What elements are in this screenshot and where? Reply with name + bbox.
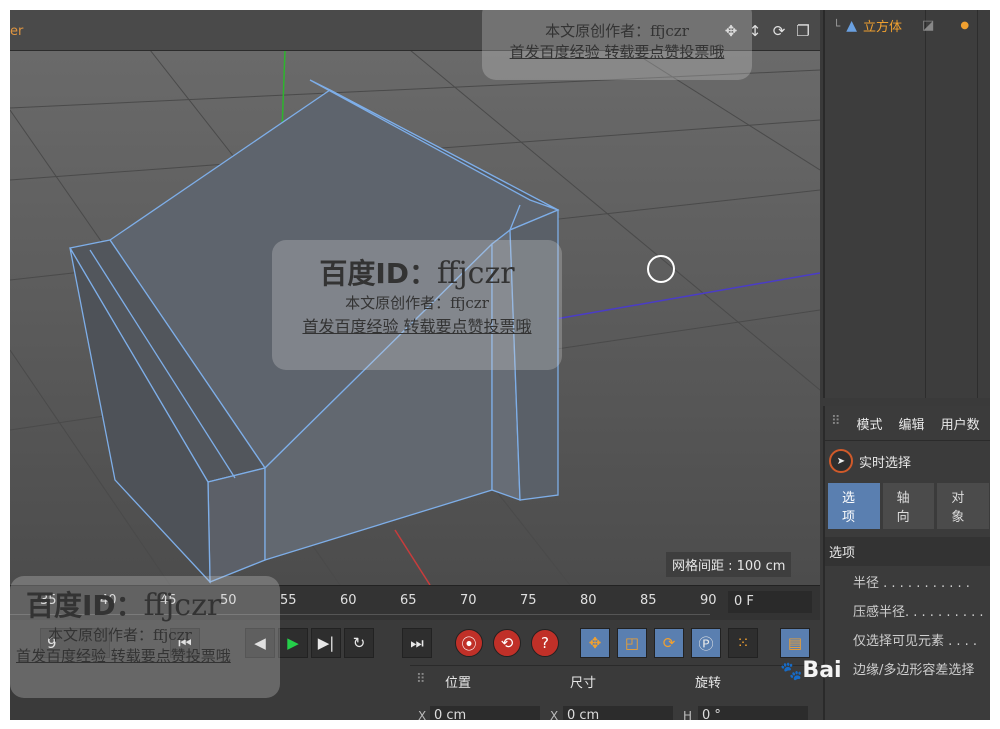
- active-tool: ➤ 实时选择: [825, 441, 990, 481]
- scale-icon[interactable]: ◰: [617, 628, 647, 658]
- grid-spacing-label: 网格间距 : 100 cm: [666, 552, 792, 577]
- watermark-center: 百度ID：ffjczr 本文原创作者：ffjczr 首发百度经验 转载要点赞投票…: [272, 240, 562, 370]
- parameter-icon[interactable]: Ⓟ: [691, 628, 721, 658]
- watermark-line1: 本文原创作者：ffjczr: [545, 22, 689, 40]
- cube-object-icon: ▲: [846, 17, 858, 34]
- phong-tag-icon[interactable]: ●: [960, 20, 969, 31]
- menu-edit[interactable]: 编辑: [899, 414, 925, 440]
- maximize-view-icon[interactable]: ❐: [794, 22, 812, 40]
- prop-only-visible[interactable]: 仅选择可见元素 . . . .: [825, 624, 990, 653]
- goto-end-icon[interactable]: ⏭: [402, 628, 432, 658]
- watermark-line2: 首发百度经验 转载要点赞投票哦: [302, 317, 532, 336]
- watermark-user: ffjczr: [437, 256, 515, 291]
- tick-label: 75: [520, 593, 537, 608]
- rotate-view-icon[interactable]: ⟳: [770, 22, 788, 40]
- label-h-rot: H: [683, 709, 693, 720]
- next-frame-icon[interactable]: ▶|: [311, 628, 341, 658]
- record-icon[interactable]: ⦿: [455, 629, 483, 657]
- prop-radius[interactable]: 半径 . . . . . . . . . . .: [825, 566, 990, 595]
- watermark-line1: 本文原创作者：ffjczr: [345, 294, 489, 312]
- render-tag-icon[interactable]: ◪: [922, 18, 934, 33]
- rotate-icon[interactable]: ⟳: [654, 628, 684, 658]
- h-rotation-field[interactable]: 0 °: [698, 706, 808, 720]
- watermark-line2: 首发百度经验 转载要点赞投票哦: [16, 647, 231, 665]
- c4d-window: er ✥ ↕ ⟳ ❐ 网格间距 : 100 cm └ ▲ 立方体 ◪ ● ⠿ 模…: [10, 10, 990, 720]
- move-icon[interactable]: ✥: [580, 628, 610, 658]
- tick-label: 90: [700, 593, 717, 608]
- prop-pressure-radius[interactable]: 压感半径. . . . . . . . . .: [825, 595, 990, 624]
- label-x-pos: X: [418, 709, 427, 720]
- watermark-brand: 百度ID：: [26, 589, 144, 622]
- tick-label: 65: [400, 593, 417, 608]
- autokey-icon[interactable]: ⟲: [493, 629, 521, 657]
- tree-branch-icon: └: [833, 18, 841, 33]
- header-position: 位置: [445, 676, 472, 691]
- tick-label: 70: [460, 593, 477, 608]
- help-icon[interactable]: ?: [531, 629, 559, 657]
- label-x-size: X: [550, 709, 559, 720]
- live-selection-icon: ➤: [829, 449, 853, 473]
- logo-text: Bai: [802, 658, 842, 683]
- film-icon[interactable]: ▤: [780, 628, 810, 658]
- tab-options[interactable]: 选项: [828, 483, 880, 529]
- watermark-bottom: 百度ID：ffjczr 本文原创作者：ffjczr 首发百度经验 转载要点赞投票…: [10, 576, 280, 698]
- tick-label: 80: [580, 593, 597, 608]
- grip-icon: ⠿: [416, 672, 426, 687]
- tab-object[interactable]: 对象: [937, 483, 990, 529]
- coordinates-manager: ⠿ 位置 尺寸 旋转 X 0 cm X 0 cm H 0 °: [410, 665, 820, 720]
- column-divider: [925, 10, 926, 398]
- tick-label: 60: [340, 593, 357, 608]
- prop-tolerant-select[interactable]: 边缘/多边形容差选择: [825, 653, 990, 682]
- object-name[interactable]: 立方体: [863, 16, 902, 35]
- attribute-manager: ⠿ 模式 编辑 用户数 ➤ 实时选择 选项 轴向 对象 选项 半径 . . . …: [823, 406, 990, 720]
- menu-mode[interactable]: 模式: [857, 414, 883, 440]
- play-icon[interactable]: ▶: [278, 628, 308, 658]
- header-rotation: 旋转: [695, 676, 722, 691]
- watermark-line1: 本文原创作者：ffjczr: [48, 626, 192, 644]
- tick-label: 55: [280, 593, 297, 608]
- object-row-cube[interactable]: └ ▲ 立方体 ◪ ●: [833, 16, 969, 36]
- menu-user-data[interactable]: 用户数: [941, 414, 980, 440]
- tick-label: 85: [640, 593, 657, 608]
- tool-name: 实时选择: [859, 455, 912, 471]
- x-position-field[interactable]: 0 cm: [430, 706, 540, 720]
- grip-icon: ⠿: [831, 414, 841, 429]
- loop-icon[interactable]: ↻: [344, 628, 374, 658]
- attribute-menu: ⠿ 模式 编辑 用户数: [825, 406, 990, 441]
- header-size: 尺寸: [570, 676, 597, 691]
- watermark-line2: 首发百度经验 转载要点赞投票哦: [509, 43, 725, 61]
- current-frame-field[interactable]: 0 F: [728, 591, 812, 613]
- column-divider: [977, 10, 978, 398]
- watermark-top: 本文原创作者：ffjczr 首发百度经验 转载要点赞投票哦: [482, 10, 752, 80]
- section-header-options: 选项: [825, 537, 990, 566]
- object-manager: └ ▲ 立方体 ◪ ●: [823, 10, 990, 398]
- x-size-field[interactable]: 0 cm: [563, 706, 673, 720]
- watermark-user: ffjczr: [143, 588, 222, 623]
- attribute-tabs: 选项 轴向 对象: [825, 481, 990, 531]
- paw-icon: 🐾: [780, 661, 803, 682]
- points-icon[interactable]: ⁙: [728, 628, 758, 658]
- tab-axis[interactable]: 轴向: [882, 483, 935, 529]
- watermark-brand: 百度ID：: [319, 257, 438, 290]
- viewport-title: er: [10, 24, 24, 39]
- baidu-logo: 🐾Bai: [780, 658, 842, 683]
